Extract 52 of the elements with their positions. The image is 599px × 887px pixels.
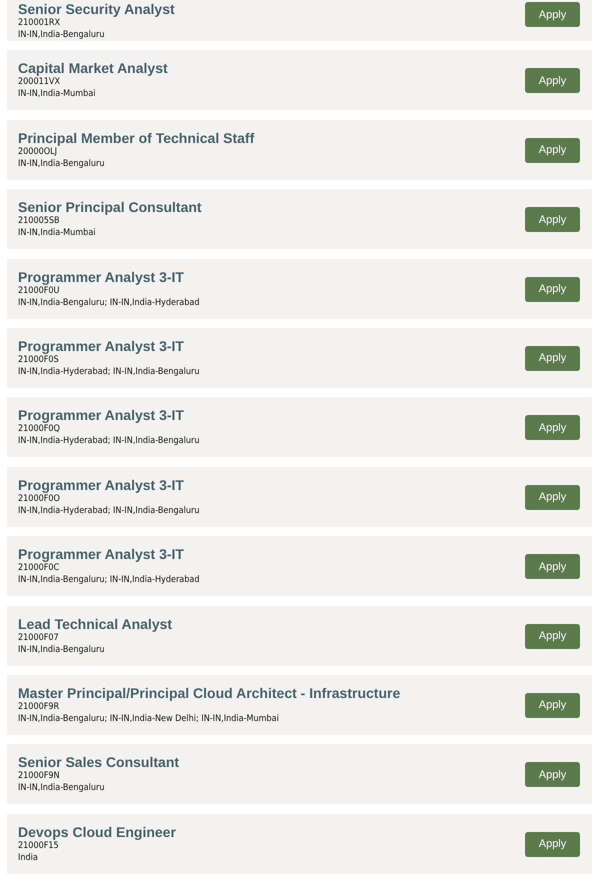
job-title-link[interactable]: Programmer Analyst 3-IT <box>18 338 184 355</box>
job-id: 21000F0O <box>18 492 60 505</box>
apply-button[interactable]: Apply <box>525 762 580 788</box>
job-title-link[interactable]: Programmer Analyst 3-IT <box>18 476 184 494</box>
apply-button[interactable]: Apply <box>525 832 580 857</box>
apply-button[interactable]: Apply <box>525 415 580 440</box>
apply-button[interactable]: Apply <box>525 138 580 163</box>
job-title-link[interactable]: Principal Member of Technical Staff <box>18 130 254 147</box>
job-location: IN-IN,India-Hyderabad; IN-IN,India-Bengaluru <box>18 366 200 378</box>
job-location: IN-IN,India-Hyderabad; IN-IN,India-Bengaluru <box>18 435 200 448</box>
job-location: IN-IN,India-Bengaluru <box>18 782 104 794</box>
job-location: IN-IN,India-Bengaluru <box>18 644 104 656</box>
job-location: IN-IN,India-Mumbai <box>18 227 96 240</box>
job-id: 21000F0Q <box>18 424 60 436</box>
job-id: 21000F0U <box>18 284 60 297</box>
job-location: India <box>18 852 38 864</box>
job-title-link[interactable]: Senior Sales Consultant <box>18 754 180 772</box>
job-id: 20000OLJ <box>18 146 58 158</box>
apply-button[interactable]: Apply <box>525 624 580 649</box>
job-location: IN-IN,India-Hyderabad; IN-IN,India-Bengaluru <box>18 504 200 517</box>
job-id: 21000F07 <box>18 632 59 644</box>
job-location: IN-IN,India-Bengaluru; IN-IN,India-Hyderabad <box>18 296 200 309</box>
job-location: IN-IN,India-Mumbai <box>18 88 96 100</box>
job-id: 210001RX <box>18 17 60 29</box>
job-title-link[interactable]: Devops Cloud Engineer <box>18 824 176 841</box>
job-location: IN-IN,India-Bengaluru; IN-IN,India-Hyderabad <box>18 574 200 586</box>
job-title-link[interactable]: Senior Principal Consultant <box>18 199 202 216</box>
job-id: 21000F0C <box>18 563 60 574</box>
job-title-link[interactable]: Capital Market Analyst <box>18 60 168 78</box>
job-id: 21000F15 <box>18 840 59 852</box>
apply-button[interactable]: Apply <box>525 2 580 27</box>
job-title-link[interactable]: Lead Technical Analyst <box>18 616 172 633</box>
job-id: 210005SB <box>18 215 60 228</box>
job-title-link[interactable]: Programmer Analyst 3-IT <box>18 268 184 286</box>
job-location: IN-IN,India-Bengaluru; IN-IN,India-New Delhi; IN-IN,India-Mumbai <box>18 712 279 725</box>
apply-button[interactable]: Apply <box>525 207 580 232</box>
apply-button[interactable]: Apply <box>525 484 580 510</box>
apply-button[interactable]: Apply <box>525 554 580 580</box>
job-location: IN-IN,India-Bengaluru <box>18 158 104 170</box>
apply-button[interactable]: Apply <box>525 68 580 94</box>
job-title-link[interactable]: Programmer Analyst 3-IT <box>18 546 184 564</box>
job-title-link[interactable]: Senior Security Analyst <box>18 1 175 18</box>
apply-button[interactable]: Apply <box>525 276 580 302</box>
job-title-link[interactable]: Programmer Analyst 3-IT <box>18 407 184 424</box>
job-id: 21000F9R <box>18 700 60 713</box>
job-location: IN-IN,India-Bengaluru <box>18 29 104 41</box>
apply-button[interactable]: Apply <box>525 692 580 718</box>
job-id: 21000F0S <box>18 354 59 366</box>
job-id: 21000F9N <box>18 770 60 782</box>
job-id: 200011VX <box>18 77 60 88</box>
apply-button[interactable]: Apply <box>525 346 580 371</box>
job-title-link[interactable]: Master Principal/Principal Cloud Architect - Infrastructure <box>18 684 400 702</box>
